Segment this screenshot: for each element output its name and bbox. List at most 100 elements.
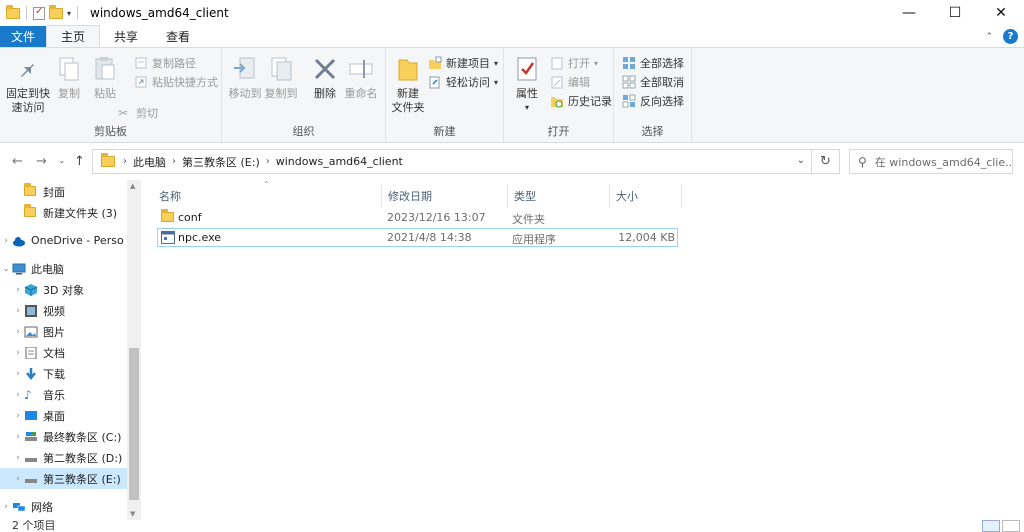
expand-chevron-icon[interactable]: ›: [12, 285, 24, 295]
expand-chevron-icon[interactable]: ›: [0, 502, 12, 512]
properties-check-icon[interactable]: [33, 6, 45, 20]
tab-share[interactable]: 共享: [100, 26, 152, 47]
search-placeholder: 在 windows_amd64_clie...: [874, 155, 1013, 169]
paste-button[interactable]: 粘贴: [90, 54, 120, 101]
nav-item-label: 第二教条区 (D:): [43, 451, 123, 465]
cloud-icon: [12, 235, 26, 247]
help-icon[interactable]: ?: [1003, 29, 1018, 44]
expand-chevron-icon[interactable]: ›: [12, 474, 24, 484]
copy-to-button[interactable]: 复制到: [264, 54, 298, 101]
maximize-button[interactable]: ☐: [932, 0, 978, 26]
breadcrumb-this-pc[interactable]: 此电脑: [133, 154, 166, 170]
search-input[interactable]: ⚲ 在 windows_amd64_clie...: [849, 149, 1013, 174]
nav-item-network[interactable]: › 网络: [0, 496, 128, 517]
nav-item-pictures[interactable]: › 图片: [0, 321, 128, 342]
nav-item-new-folder-3[interactable]: 新建文件夹 (3): [0, 202, 128, 223]
large-icons-view-button[interactable]: [1002, 520, 1020, 532]
chevron-right-icon[interactable]: ›: [172, 156, 176, 167]
column-header-type[interactable]: 类型: [508, 184, 610, 208]
file-row-conf[interactable]: conf 2023/12/16 13:07 文件夹: [157, 209, 678, 228]
nav-item-3d-objects[interactable]: › 3D 对象: [0, 279, 128, 300]
nav-item-onedrive[interactable]: › OneDrive - Perso: [0, 230, 128, 251]
nav-item-label: 第三教条区 (E:): [43, 472, 121, 486]
collapse-ribbon-icon[interactable]: ⌃: [985, 32, 993, 42]
expand-chevron-icon[interactable]: ›: [12, 306, 24, 316]
tab-file[interactable]: 文件: [0, 26, 46, 47]
customize-toolbar-dropdown-icon[interactable]: ▾: [67, 9, 71, 18]
expand-chevron-icon[interactable]: ›: [12, 327, 24, 337]
back-arrow-icon[interactable]: ←: [12, 154, 23, 169]
column-header-name[interactable]: 名称: [153, 184, 382, 208]
recent-locations-chevron-icon[interactable]: ⌄: [58, 156, 66, 166]
pin-quick-access-button[interactable]: 固定到快 速访问: [6, 54, 50, 115]
forward-arrow-icon[interactable]: →: [36, 154, 47, 169]
nav-item-label: 封面: [43, 185, 65, 199]
nav-item-desktop[interactable]: › 桌面: [0, 405, 128, 426]
tab-view[interactable]: 查看: [152, 26, 204, 47]
new-folder-icon[interactable]: [49, 4, 63, 19]
scrollbar-thumb[interactable]: [129, 348, 139, 500]
picture-icon: [24, 326, 38, 338]
properties-button[interactable]: 属性 ▾: [510, 54, 544, 115]
move-to-button[interactable]: 移动到: [228, 54, 262, 101]
tab-home[interactable]: 主页: [46, 25, 101, 47]
easy-access-button[interactable]: 轻松访问 ▾: [428, 73, 498, 91]
file-name: conf: [178, 211, 202, 224]
nav-item-cover[interactable]: 封面: [0, 181, 128, 202]
scroll-up-icon[interactable]: ▲: [130, 182, 135, 190]
column-header-date[interactable]: 修改日期: [382, 184, 508, 208]
copy-button[interactable]: 复制: [54, 54, 84, 101]
new-folder-button[interactable]: 新建 文件夹: [390, 54, 426, 115]
invert-selection-button[interactable]: 反向选择: [622, 92, 684, 110]
close-button[interactable]: ✕: [978, 0, 1024, 26]
expand-chevron-icon[interactable]: ›: [12, 348, 24, 358]
new-folder-icon: [393, 54, 423, 84]
file-row-npc-exe[interactable]: npc.exe 2021/4/8 14:38 应用程序 12,004 KB: [157, 228, 678, 247]
expand-chevron-icon[interactable]: ›: [12, 369, 24, 379]
nav-item-drive-c[interactable]: › 最终教条区 (C:): [0, 426, 128, 447]
nav-item-drive-d[interactable]: › 第二教条区 (D:): [0, 447, 128, 468]
scissors-icon: ✂: [118, 106, 129, 120]
nav-item-this-pc[interactable]: ⌄ 此电脑: [0, 258, 128, 279]
address-dropdown-icon[interactable]: ⌄: [797, 155, 805, 166]
nav-item-label: 文档: [43, 346, 65, 360]
scroll-down-icon[interactable]: ▼: [130, 510, 135, 518]
navigation-pane-scrollbar[interactable]: ▲ ▼: [127, 180, 141, 520]
nav-item-downloads[interactable]: › 下载: [0, 363, 128, 384]
expand-chevron-icon[interactable]: ›: [12, 432, 24, 442]
select-all-button[interactable]: 全部选择: [622, 54, 684, 72]
edit-button[interactable]: 编辑: [550, 73, 590, 91]
column-header-size[interactable]: 大小: [610, 184, 682, 208]
up-arrow-icon[interactable]: ↑: [74, 154, 85, 169]
new-item-button[interactable]: 新建项目 ▾: [428, 54, 498, 72]
copy-label: 复制: [58, 87, 80, 100]
cut-button[interactable]: ✂ 剪切: [118, 104, 158, 122]
expand-chevron-icon[interactable]: ›: [12, 390, 24, 400]
nav-item-videos[interactable]: › 视频: [0, 300, 128, 321]
expanded-chevron-icon[interactable]: ⌄: [0, 264, 12, 274]
expand-chevron-icon[interactable]: ›: [12, 453, 24, 463]
navigation-pane: 封面 新建文件夹 (3) › OneDrive - Perso ⌄ 此电脑 › …: [0, 180, 141, 520]
invert-selection-icon: [622, 94, 636, 108]
nav-item-documents[interactable]: › 文档: [0, 342, 128, 363]
expand-chevron-icon[interactable]: ›: [12, 411, 24, 421]
paste-shortcut-button[interactable]: 粘贴快捷方式: [134, 73, 218, 91]
chevron-right-icon[interactable]: ›: [266, 156, 270, 167]
delete-icon: [310, 54, 340, 84]
chevron-right-icon[interactable]: ›: [123, 156, 127, 167]
expand-chevron-icon[interactable]: ›: [0, 236, 12, 246]
open-button[interactable]: 打开 ▾: [550, 54, 598, 72]
breadcrumb-drive-e[interactable]: 第三教条区 (E:): [182, 154, 260, 170]
rename-button[interactable]: 重命名: [344, 54, 378, 101]
delete-button[interactable]: 删除: [310, 54, 340, 101]
copy-path-button[interactable]: 复制路径: [134, 54, 196, 72]
breadcrumb-current-folder[interactable]: windows_amd64_client: [276, 155, 403, 168]
refresh-button[interactable]: ↻: [812, 149, 840, 174]
nav-item-drive-e[interactable]: › 第三教条区 (E:): [0, 468, 128, 489]
minimize-button[interactable]: —: [886, 0, 932, 26]
details-view-button[interactable]: [982, 520, 1000, 532]
nav-item-music[interactable]: › ♪ 音乐: [0, 384, 128, 405]
select-none-button[interactable]: 全部取消: [622, 73, 684, 91]
address-bar[interactable]: › 此电脑 › 第三教条区 (E:) › windows_amd64_clien…: [92, 149, 812, 174]
history-button[interactable]: 历史记录: [550, 92, 612, 110]
